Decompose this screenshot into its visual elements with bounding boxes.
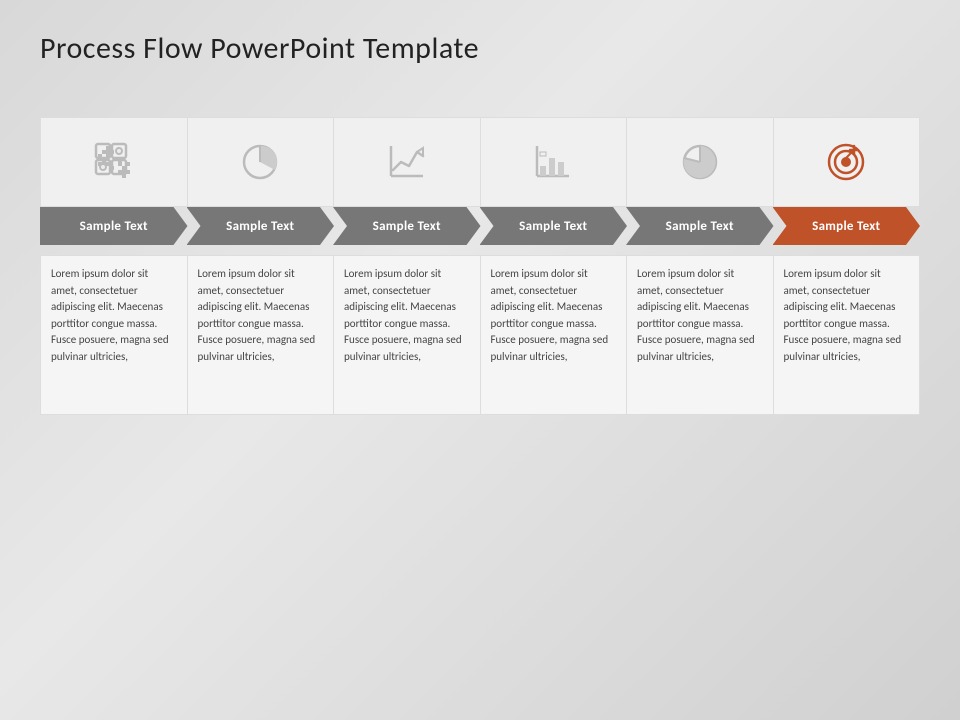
icon-box-4 [480, 117, 628, 207]
description-box-4: Lorem ipsum dolor sit amet, consectetuer… [480, 255, 628, 415]
icon-box-3 [333, 117, 481, 207]
slide: Process Flow PowerPoint Template [0, 0, 960, 720]
arrow-label-6: Sample Text [773, 207, 921, 245]
description-text-1: Lorem ipsum dolor sit amet, consectetuer… [51, 266, 177, 365]
line-chart-icon [383, 138, 431, 186]
flow-container: Sample Text Lorem ipsum dolor sit amet, … [40, 117, 920, 415]
puzzle-icon [90, 138, 138, 186]
arrow-label-4: Sample Text [480, 207, 628, 245]
step-3: Sample Text Lorem ipsum dolor sit amet, … [333, 117, 481, 415]
description-box-1: Lorem ipsum dolor sit amet, consectetuer… [40, 255, 188, 415]
description-text-3: Lorem ipsum dolor sit amet, consectetuer… [344, 266, 470, 365]
target-icon [822, 138, 870, 186]
description-box-3: Lorem ipsum dolor sit amet, consectetuer… [333, 255, 481, 415]
step-1: Sample Text Lorem ipsum dolor sit amet, … [40, 117, 188, 415]
step-4: Sample Text Lorem ipsum dolor sit amet, … [480, 117, 628, 415]
arrow-label-3: Sample Text [333, 207, 481, 245]
icon-box-6 [773, 117, 921, 207]
description-box-6: Lorem ipsum dolor sit amet, consectetuer… [773, 255, 921, 415]
page-title: Process Flow PowerPoint Template [40, 30, 920, 67]
description-text-5: Lorem ipsum dolor sit amet, consectetuer… [637, 266, 763, 365]
pie-icon [236, 138, 284, 186]
description-text-4: Lorem ipsum dolor sit amet, consectetuer… [491, 266, 617, 365]
icon-box-5 [626, 117, 774, 207]
pie2-icon [676, 138, 724, 186]
bar-chart-icon [529, 138, 577, 186]
step-5: Sample Text Lorem ipsum dolor sit amet, … [626, 117, 774, 415]
description-text-2: Lorem ipsum dolor sit amet, consectetuer… [198, 266, 324, 365]
icon-box-2 [187, 117, 335, 207]
arrow-label-5: Sample Text [626, 207, 774, 245]
step-2: Sample Text Lorem ipsum dolor sit amet, … [187, 117, 335, 415]
description-text-6: Lorem ipsum dolor sit amet, consectetuer… [784, 266, 910, 365]
description-box-2: Lorem ipsum dolor sit amet, consectetuer… [187, 255, 335, 415]
icon-box-1 [40, 117, 188, 207]
description-box-5: Lorem ipsum dolor sit amet, consectetuer… [626, 255, 774, 415]
arrow-label-1: Sample Text [40, 207, 188, 245]
arrow-label-2: Sample Text [187, 207, 335, 245]
step-6: Sample Text Lorem ipsum dolor sit amet, … [773, 117, 921, 415]
